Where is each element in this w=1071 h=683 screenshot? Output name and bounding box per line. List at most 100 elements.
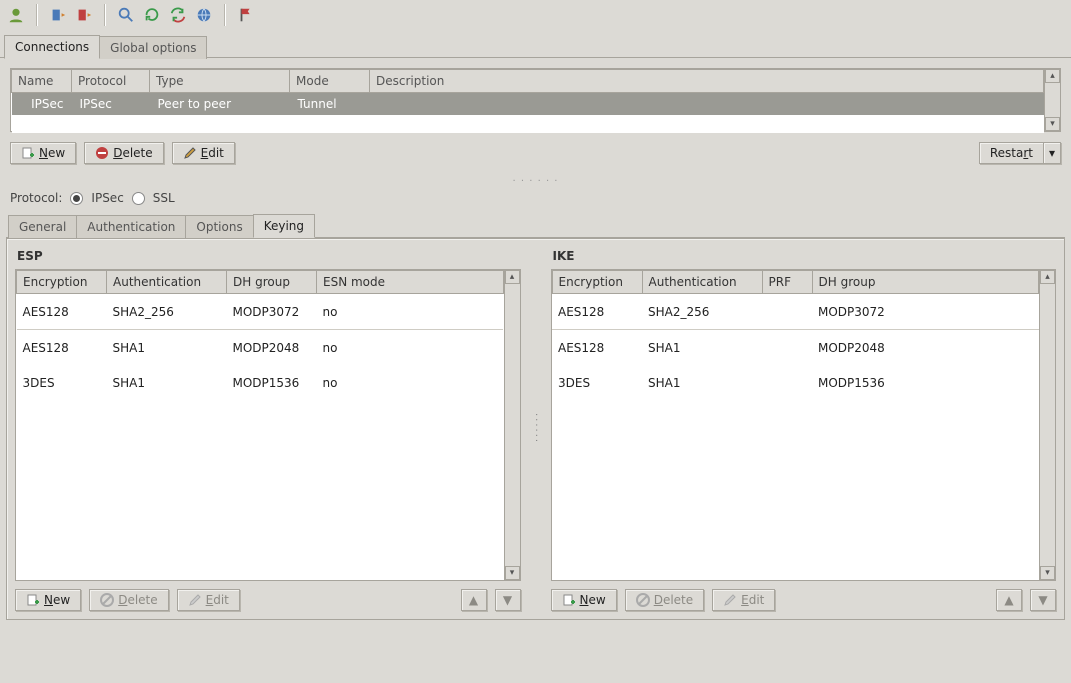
- ike-table: Encryption Authentication PRF DH group A…: [551, 269, 1057, 581]
- col-name[interactable]: Name: [12, 70, 72, 93]
- scroll-down-icon[interactable]: ▾: [505, 566, 520, 580]
- edit-disabled-icon: [723, 593, 737, 607]
- panel-splitter[interactable]: ······: [533, 247, 539, 611]
- sync-icon[interactable]: [168, 5, 188, 25]
- scroll-down-icon[interactable]: ▾: [1045, 117, 1060, 131]
- ike-move-up-button[interactable]: ▲: [996, 589, 1022, 611]
- chevron-down-icon: ▾: [1049, 146, 1055, 160]
- col-mode[interactable]: Mode: [290, 70, 370, 93]
- keying-panel: ESP Encryption Authentication DH group E…: [6, 238, 1065, 620]
- triangle-down-icon: ▼: [1038, 593, 1047, 607]
- connections-table: Name Protocol Type Mode Description IPSe…: [10, 68, 1061, 132]
- tab-options[interactable]: Options: [185, 215, 253, 238]
- tab-keying[interactable]: Keying: [253, 214, 315, 238]
- ike-col-dhgroup[interactable]: DH group: [812, 271, 1039, 294]
- ike-delete-button[interactable]: Delete: [625, 589, 704, 611]
- scroll-up-icon[interactable]: ▴: [505, 270, 520, 284]
- ike-new-button[interactable]: New: [551, 589, 617, 611]
- cell: MODP3072: [812, 294, 1039, 330]
- delete-disabled-icon: [636, 593, 650, 607]
- globe-icon[interactable]: [194, 5, 214, 25]
- esp-col-authentication[interactable]: Authentication: [107, 271, 227, 294]
- esp-col-esnmode[interactable]: ESN mode: [317, 271, 504, 294]
- main-toolbar: [0, 0, 1071, 30]
- export-icon[interactable]: [74, 5, 94, 25]
- import-icon[interactable]: [48, 5, 68, 25]
- refresh-icon[interactable]: [142, 5, 162, 25]
- col-description[interactable]: Description: [370, 70, 1044, 93]
- splitter-handle[interactable]: · · · · · ·: [0, 170, 1071, 189]
- search-icon[interactable]: [116, 5, 136, 25]
- cell-name: IPSec: [12, 93, 72, 116]
- radio-ssl-label: SSL: [153, 191, 175, 205]
- new-icon: [26, 593, 40, 607]
- esp-row[interactable]: 3DES SHA1 MODP1536 no: [17, 365, 504, 400]
- triangle-down-icon: ▼: [503, 593, 512, 607]
- radio-ipsec[interactable]: [70, 192, 83, 205]
- cell-protocol: IPSec: [72, 93, 150, 116]
- restart-button[interactable]: Restart: [979, 142, 1044, 164]
- cell: 3DES: [552, 365, 642, 400]
- table-spacer: [12, 115, 1044, 133]
- delete-disabled-icon: [100, 593, 114, 607]
- ike-col-authentication[interactable]: Authentication: [642, 271, 762, 294]
- protocol-label: Protocol:: [10, 191, 62, 205]
- main-tabstrip: Connections Global options: [0, 34, 1071, 58]
- esp-col-dhgroup[interactable]: DH group: [227, 271, 317, 294]
- tab-connections[interactable]: Connections: [4, 35, 100, 59]
- scroll-up-icon[interactable]: ▴: [1040, 270, 1055, 284]
- flag-icon[interactable]: [236, 5, 256, 25]
- scrollbar[interactable]: ▴ ▾: [504, 270, 520, 580]
- esp-move-down-button[interactable]: ▼: [495, 589, 521, 611]
- esp-edit-button[interactable]: Edit: [177, 589, 240, 611]
- connection-row[interactable]: IPSec IPSec Peer to peer Tunnel: [12, 93, 1044, 116]
- esp-section: ESP Encryption Authentication DH group E…: [15, 247, 521, 611]
- cell: MODP2048: [812, 330, 1039, 366]
- restart-button-group: Restart ▾: [979, 142, 1061, 164]
- triangle-up-icon: ▲: [469, 593, 478, 607]
- new-icon: [562, 593, 576, 607]
- esp-delete-button[interactable]: Delete: [89, 589, 168, 611]
- esp-new-button[interactable]: New: [15, 589, 81, 611]
- edit-label-rest: dit: [208, 146, 224, 160]
- new-connection-button[interactable]: New: [10, 142, 76, 164]
- esp-col-encryption[interactable]: Encryption: [17, 271, 107, 294]
- col-protocol[interactable]: Protocol: [72, 70, 150, 93]
- delete-connection-button[interactable]: Delete: [84, 142, 163, 164]
- ike-row[interactable]: AES128 SHA1 MODP2048: [552, 330, 1039, 366]
- scroll-down-icon[interactable]: ▾: [1040, 566, 1055, 580]
- edit-connection-button[interactable]: Edit: [172, 142, 235, 164]
- edit-disabled-icon: [188, 593, 202, 607]
- scroll-up-icon[interactable]: ▴: [1045, 69, 1060, 83]
- scrollbar[interactable]: ▴ ▾: [1039, 270, 1055, 580]
- edit-icon: [183, 146, 197, 160]
- ike-move-down-button[interactable]: ▼: [1030, 589, 1056, 611]
- protocol-row: Protocol: IPSec SSL: [0, 189, 1071, 209]
- tab-authentication[interactable]: Authentication: [76, 215, 186, 238]
- sub-tabstrip: General Authentication Options Keying: [0, 213, 1071, 237]
- col-type[interactable]: Type: [150, 70, 290, 93]
- tab-global-options[interactable]: Global options: [99, 36, 207, 59]
- ike-col-prf[interactable]: PRF: [762, 271, 812, 294]
- table-header-row: Name Protocol Type Mode Description: [12, 70, 1044, 93]
- cell: SHA1: [642, 365, 762, 400]
- cell: 3DES: [17, 365, 107, 400]
- scrollbar[interactable]: ▴ ▾: [1044, 69, 1060, 131]
- tab-general[interactable]: General: [8, 215, 77, 238]
- cell: AES128: [552, 330, 642, 366]
- esp-buttons: New Delete Edit ▲ ▼: [15, 589, 521, 611]
- toolbar-separator: [104, 4, 106, 26]
- ike-row[interactable]: 3DES SHA1 MODP1536: [552, 365, 1039, 400]
- ike-col-encryption[interactable]: Encryption: [552, 271, 642, 294]
- radio-ssl[interactable]: [132, 192, 145, 205]
- esp-move-up-button[interactable]: ▲: [461, 589, 487, 611]
- user-icon[interactable]: [6, 5, 26, 25]
- cell: MODP2048: [227, 330, 317, 366]
- esp-row[interactable]: AES128 SHA2_256 MODP3072 no: [17, 294, 504, 330]
- cell: no: [317, 330, 504, 366]
- restart-dropdown-button[interactable]: ▾: [1043, 142, 1061, 164]
- ike-row[interactable]: AES128 SHA2_256 MODP3072: [552, 294, 1039, 330]
- esp-row[interactable]: AES128 SHA1 MODP2048 no: [17, 330, 504, 366]
- ike-edit-button[interactable]: Edit: [712, 589, 775, 611]
- toolbar-separator: [36, 4, 38, 26]
